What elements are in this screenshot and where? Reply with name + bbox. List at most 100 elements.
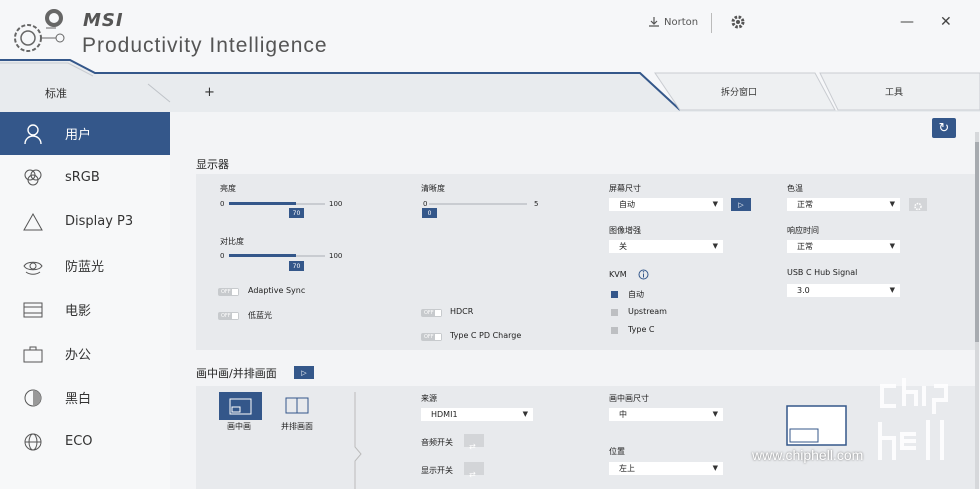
play-icon: ▷ <box>301 368 307 377</box>
chevron-down-icon: ▼ <box>522 410 528 418</box>
usbc-hub-value: 3.0 <box>797 286 810 295</box>
hdcr-toggle[interactable]: OFF <box>421 309 442 317</box>
tab-tools[interactable]: 工具 <box>885 85 903 98</box>
add-tab-button[interactable]: + <box>204 85 215 100</box>
swap-icon: ⇄ <box>469 470 476 479</box>
pip-size-value: 中 <box>619 410 627 419</box>
position-label: 位置 <box>609 447 625 456</box>
info-icon[interactable] <box>638 269 649 280</box>
swap-icon: ⇄ <box>469 442 476 451</box>
brightness-max: 100 <box>329 200 343 208</box>
rgb-icon <box>24 169 42 186</box>
eye-icon <box>23 261 43 275</box>
position-value: 左上 <box>619 464 635 473</box>
sharpness-slider-thumb[interactable]: 0 <box>422 208 437 218</box>
pip-mode-label: 画中画 <box>227 422 251 431</box>
screen-size-preview-button[interactable]: ▷ <box>731 198 751 211</box>
display-switch-label: 显示开关 <box>421 466 453 475</box>
bw-icon <box>24 389 42 407</box>
sidebar-item-low-blue[interactable]: 防蓝光 <box>0 244 170 287</box>
pbp-mode-label[interactable]: 并排画面 <box>281 421 313 432</box>
pip-mode-button[interactable] <box>219 392 262 420</box>
chiphell-watermark-logo <box>878 378 948 460</box>
response-time-label: 响应时间 <box>787 226 819 235</box>
contrast-label: 对比度 <box>220 237 244 246</box>
response-time-value: 正常 <box>797 242 813 251</box>
chevron-down-icon: ▼ <box>889 242 895 250</box>
tab-split-window[interactable]: 拆分窗口 <box>721 85 757 98</box>
screen-size-select[interactable]: 自动 ▼ <box>609 198 723 211</box>
sidebar: 用户 sRGB Display P3 防蓝光 电影 办公 黑白 ECO <box>0 112 170 489</box>
norton-label: Norton <box>664 16 699 28</box>
refresh-icon: ↻ <box>938 120 950 136</box>
display-section-title: 显示器 <box>196 158 229 171</box>
image-enhance-select[interactable]: 关 ▼ <box>609 240 723 253</box>
pbp-icon[interactable] <box>285 397 309 415</box>
minimize-icon[interactable]: — <box>900 14 914 30</box>
chevron-down-icon: ▼ <box>712 242 718 250</box>
display-switch-button[interactable]: ⇄ <box>464 462 484 479</box>
screen-size-label: 屏幕尺寸 <box>609 184 641 193</box>
sidebar-item-eco[interactable]: ECO <box>0 420 170 463</box>
sidebar-item-office[interactable]: 办公 <box>0 332 170 375</box>
source-select[interactable]: HDMI1 ▼ <box>421 408 533 421</box>
contrast-min: 0 <box>220 252 225 260</box>
pip-preview-button[interactable]: ▷ <box>294 366 314 379</box>
kvm-option-auto: 自动 <box>628 290 644 299</box>
chevron-down-icon: ▼ <box>712 410 718 418</box>
brightness-slider-thumb[interactable]: 70 <box>289 208 304 218</box>
sharpness-max: 5 <box>534 200 539 208</box>
contrast-max: 100 <box>329 252 343 260</box>
sidebar-item-label: 电影 <box>65 304 92 319</box>
sidebar-item-user[interactable]: 用户 <box>0 112 170 155</box>
color-temp-value: 正常 <box>797 200 813 209</box>
kvm-option-upstream: Upstream <box>628 307 667 316</box>
close-icon[interactable]: ✕ <box>940 14 952 30</box>
sidebar-item-display-p3[interactable]: Display P3 <box>0 200 170 243</box>
chevron-down-icon: ▼ <box>712 464 718 472</box>
sidebar-item-label: Display P3 <box>65 214 134 229</box>
product-title: Productivity Intelligence <box>82 34 328 57</box>
kvm-radio-typec[interactable] <box>611 327 618 334</box>
sidebar-item-label: 黑白 <box>65 392 92 407</box>
norton-button[interactable]: Norton <box>648 16 698 28</box>
divider <box>711 13 712 33</box>
usbc-hub-select[interactable]: 3.0 ▼ <box>787 284 900 297</box>
sidebar-item-label: 办公 <box>65 348 92 363</box>
sidebar-item-bw[interactable]: 黑白 <box>0 376 170 419</box>
chevron-down-icon: ▼ <box>712 200 718 208</box>
brightness-fill <box>229 202 296 205</box>
pip-size-select[interactable]: 中 ▼ <box>609 408 723 421</box>
response-time-select[interactable]: 正常 ▼ <box>787 240 900 253</box>
sharpness-track <box>429 203 527 205</box>
position-select[interactable]: 左上 ▼ <box>609 462 723 475</box>
kvm-radio-upstream[interactable] <box>611 309 618 316</box>
contrast-slider-thumb[interactable]: 70 <box>289 261 304 271</box>
kvm-radio-auto[interactable] <box>611 291 618 298</box>
sidebar-item-movie[interactable]: 电影 <box>0 288 170 331</box>
typec-pd-label: Type C PD Charge <box>450 331 522 340</box>
scrollbar[interactable] <box>975 132 979 489</box>
triangle-icon <box>23 212 43 231</box>
kvm-label: KVM <box>609 270 627 279</box>
typec-pd-toggle[interactable]: OFF <box>421 333 442 341</box>
low-blue-toggle[interactable]: OFF <box>218 312 239 320</box>
color-temp-select[interactable]: 正常 ▼ <box>787 198 900 211</box>
pip-section-title: 画中画/并排画面 <box>196 367 277 380</box>
sidebar-item-srgb[interactable]: sRGB <box>0 156 170 199</box>
hdcr-label: HDCR <box>450 307 474 316</box>
sharpness-label: 清晰度 <box>421 184 445 193</box>
audio-switch-button[interactable]: ⇄ <box>464 434 484 451</box>
screen-size-value: 自动 <box>619 200 635 209</box>
gear-icon[interactable] <box>730 14 746 30</box>
main-content: ↻ 显示器 亮度 0 100 70 对比度 0 100 70 OFF Adapt… <box>170 112 980 489</box>
sharpness-min: 0 <box>423 200 428 208</box>
chevron-down-icon: ▼ <box>889 200 895 208</box>
watermark-text: www.chiphell.com <box>752 447 864 463</box>
user-icon <box>24 124 42 145</box>
refresh-button[interactable]: ↻ <box>932 118 956 138</box>
color-temp-settings-button[interactable] <box>909 198 927 211</box>
tab-standard[interactable]: 标准 <box>45 85 67 101</box>
adaptive-sync-toggle[interactable]: OFF <box>218 288 239 296</box>
gear-logo-icon <box>14 9 65 52</box>
